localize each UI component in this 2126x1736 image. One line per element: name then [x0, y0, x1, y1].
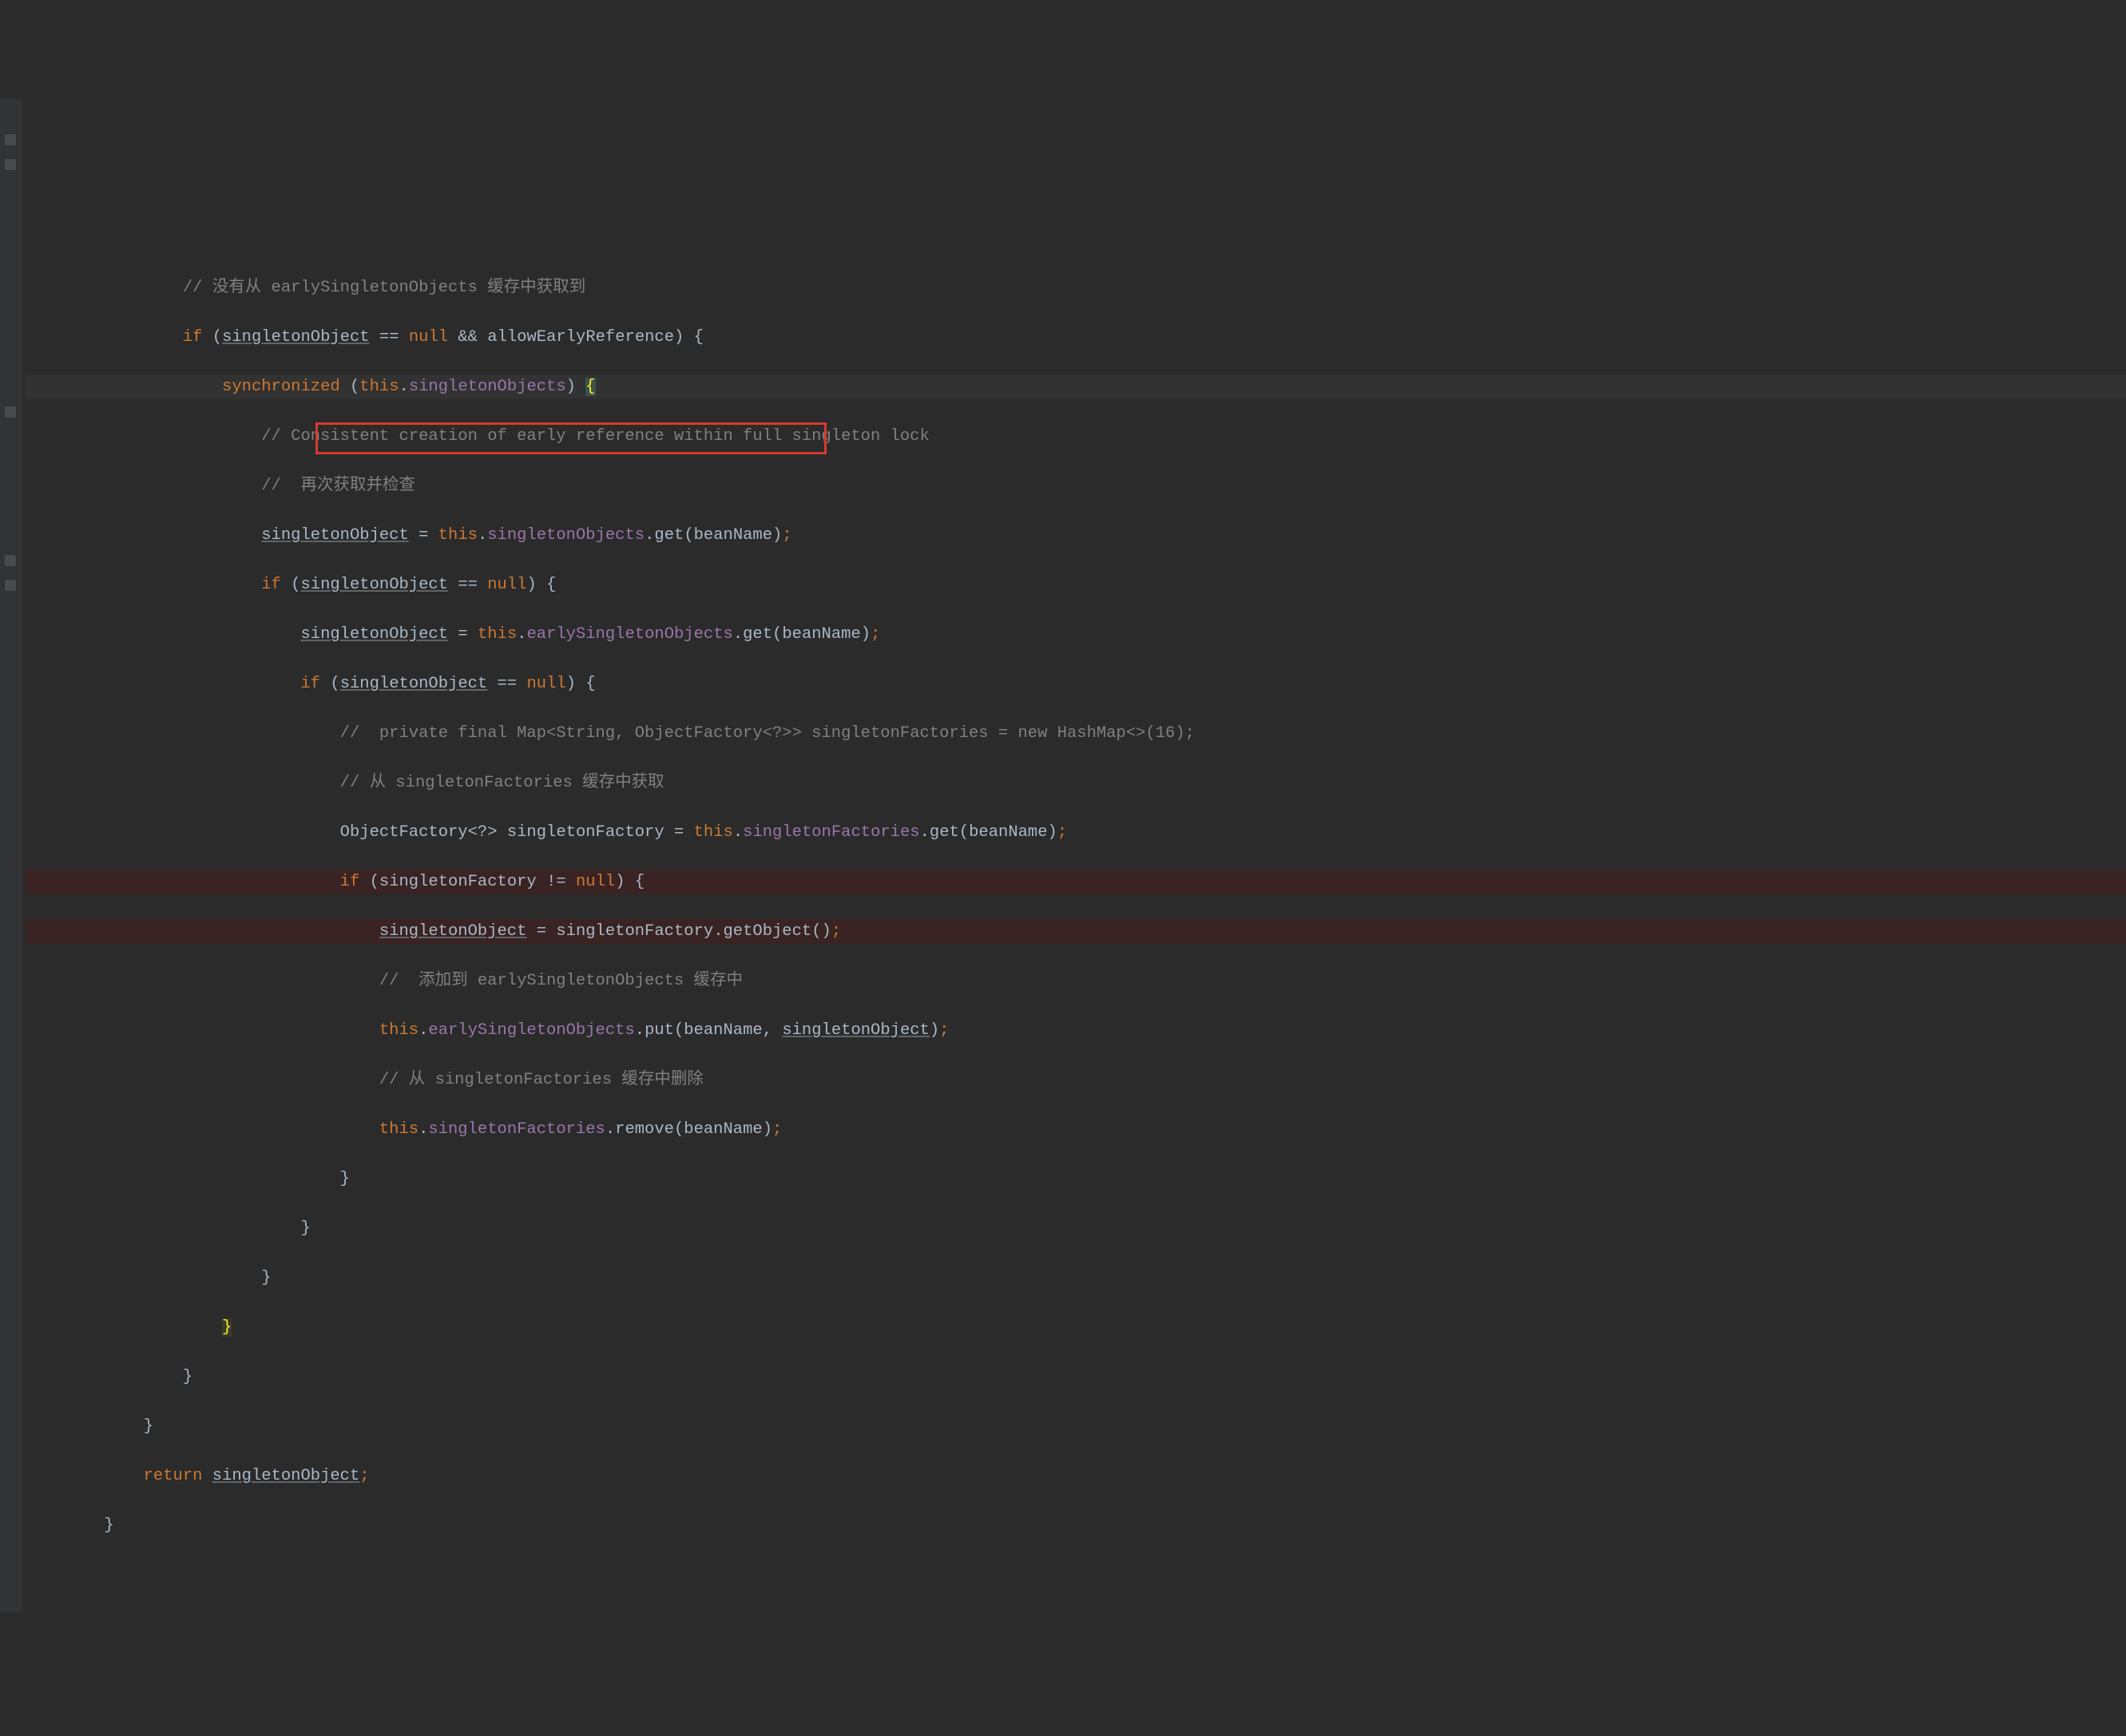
field: earlySingletonObjects: [526, 625, 732, 644]
gutter: [0, 99, 22, 1612]
comment: // 从 singletonFactories 缓存中删除: [379, 1071, 704, 1089]
identifier: singletonFactory: [556, 922, 713, 941]
identifier: beanName: [694, 526, 772, 545]
field: singletonFactories: [428, 1120, 605, 1139]
keyword-this: this: [438, 526, 478, 545]
code-line[interactable]: }: [26, 1216, 2126, 1241]
brace-match: {: [585, 378, 595, 396]
comment: // Consistent creation of early referenc…: [261, 427, 930, 446]
method-call: get: [743, 625, 772, 644]
identifier: singletonObject: [300, 576, 448, 594]
method-call: put: [645, 1021, 674, 1040]
code-line[interactable]: // Consistent creation of early referenc…: [26, 424, 2126, 449]
code-line-highlighted[interactable]: singletonObject = singletonFactory.getOb…: [26, 919, 2126, 944]
code-line[interactable]: }: [26, 1266, 2126, 1290]
code-line[interactable]: if (singletonObject == null && allowEarl…: [26, 325, 2126, 350]
code-line[interactable]: singletonObject = this.singletonObjects.…: [26, 523, 2126, 548]
comment: // 添加到 earlySingletonObjects 缓存中: [379, 972, 743, 990]
keyword-null: null: [487, 576, 526, 594]
code-line[interactable]: }: [26, 1315, 2126, 1340]
brace-match: }: [222, 1318, 232, 1337]
gutter-marker-icon[interactable]: [5, 134, 16, 145]
code-line[interactable]: synchronized (this.singletonObjects) {: [26, 375, 2126, 399]
identifier: beanName: [684, 1021, 762, 1040]
code-line[interactable]: singletonObject = this.earlySingletonObj…: [26, 622, 2126, 647]
code-line[interactable]: ObjectFactory<?> singletonFactory = this…: [26, 820, 2126, 845]
field: singletonObjects: [409, 378, 566, 396]
identifier: beanName: [684, 1120, 762, 1139]
keyword-null: null: [526, 675, 565, 693]
identifier: singletonObject: [222, 328, 370, 347]
identifier: singletonObject: [340, 675, 488, 693]
code-line[interactable]: this.singletonFactories.remove(beanName)…: [26, 1117, 2126, 1142]
field: earlySingletonObjects: [428, 1021, 634, 1040]
keyword-this: this: [379, 1120, 418, 1139]
keyword-this: this: [694, 823, 733, 842]
comment: // private final Map<String, ObjectFacto…: [340, 724, 1195, 743]
code-line[interactable]: // private final Map<String, ObjectFacto…: [26, 721, 2126, 746]
comment: // 从 singletonFactories 缓存中获取: [340, 774, 664, 792]
keyword-if: if: [300, 675, 320, 693]
code-line[interactable]: if (singletonFactory != null) {: [26, 870, 2126, 894]
comment: // 再次获取并检查: [261, 477, 415, 495]
code-line[interactable]: }: [26, 1414, 2126, 1439]
code-line[interactable]: // 没有从 earlySingletonObjects 缓存中获取到: [26, 275, 2126, 300]
identifier: singletonObject: [782, 1021, 930, 1040]
code-area[interactable]: // 没有从 earlySingletonObjects 缓存中获取到 if (…: [0, 248, 2126, 1587]
gutter-marker-icon[interactable]: [5, 159, 16, 170]
keyword-this: this: [359, 378, 399, 396]
identifier: singletonObject: [300, 625, 448, 644]
identifier: beanName: [782, 625, 860, 644]
keyword-this: this: [379, 1021, 418, 1040]
code-line[interactable]: if (singletonObject == null) {: [26, 672, 2126, 696]
code-line[interactable]: if (singletonObject == null) {: [26, 573, 2126, 597]
code-line[interactable]: // 从 singletonFactories 缓存中获取: [26, 771, 2126, 795]
keyword-return: return: [144, 1467, 203, 1485]
code-editor[interactable]: // 没有从 earlySingletonObjects 缓存中获取到 if (…: [0, 99, 2126, 1612]
identifier: singletonObject: [212, 1467, 360, 1485]
code-line[interactable]: this.earlySingletonObjects.put(beanName,…: [26, 1018, 2126, 1043]
field: singletonObjects: [487, 526, 645, 545]
gutter-marker-icon[interactable]: [5, 406, 16, 418]
keyword-if: if: [340, 873, 360, 891]
method-call: remove: [615, 1120, 674, 1139]
keyword-null: null: [409, 328, 448, 347]
code-line[interactable]: return singletonObject;: [26, 1464, 2126, 1488]
code-line[interactable]: // 添加到 earlySingletonObjects 缓存中: [26, 969, 2126, 993]
code-line[interactable]: }: [26, 1365, 2126, 1389]
code-line[interactable]: }: [26, 1513, 2126, 1538]
identifier: beanName: [969, 823, 1047, 842]
type: ObjectFactory<?>: [340, 823, 498, 842]
keyword-if: if: [261, 576, 281, 594]
keyword-null: null: [576, 873, 615, 891]
comment: // 没有从 earlySingletonObjects 缓存中获取到: [183, 279, 585, 297]
field: singletonFactories: [743, 823, 919, 842]
identifier: singletonFactory: [507, 823, 664, 842]
method-call: get: [930, 823, 959, 842]
keyword-if: if: [183, 328, 203, 347]
code-line[interactable]: // 从 singletonFactories 缓存中删除: [26, 1068, 2126, 1092]
identifier: allowEarlyReference: [487, 328, 674, 347]
gutter-marker-icon[interactable]: [5, 580, 16, 591]
code-line[interactable]: // 再次获取并检查: [26, 474, 2126, 498]
identifier: singletonObject: [261, 526, 409, 545]
gutter-marker-icon[interactable]: [5, 555, 16, 566]
code-line[interactable]: }: [26, 1167, 2126, 1191]
method-call: get: [654, 526, 684, 545]
identifier: singletonFactory: [379, 873, 537, 891]
identifier: singletonObject: [379, 922, 527, 941]
keyword-this: this: [478, 625, 517, 644]
keyword-synchronized: synchronized: [222, 378, 340, 396]
method-call: getObject: [724, 922, 812, 941]
